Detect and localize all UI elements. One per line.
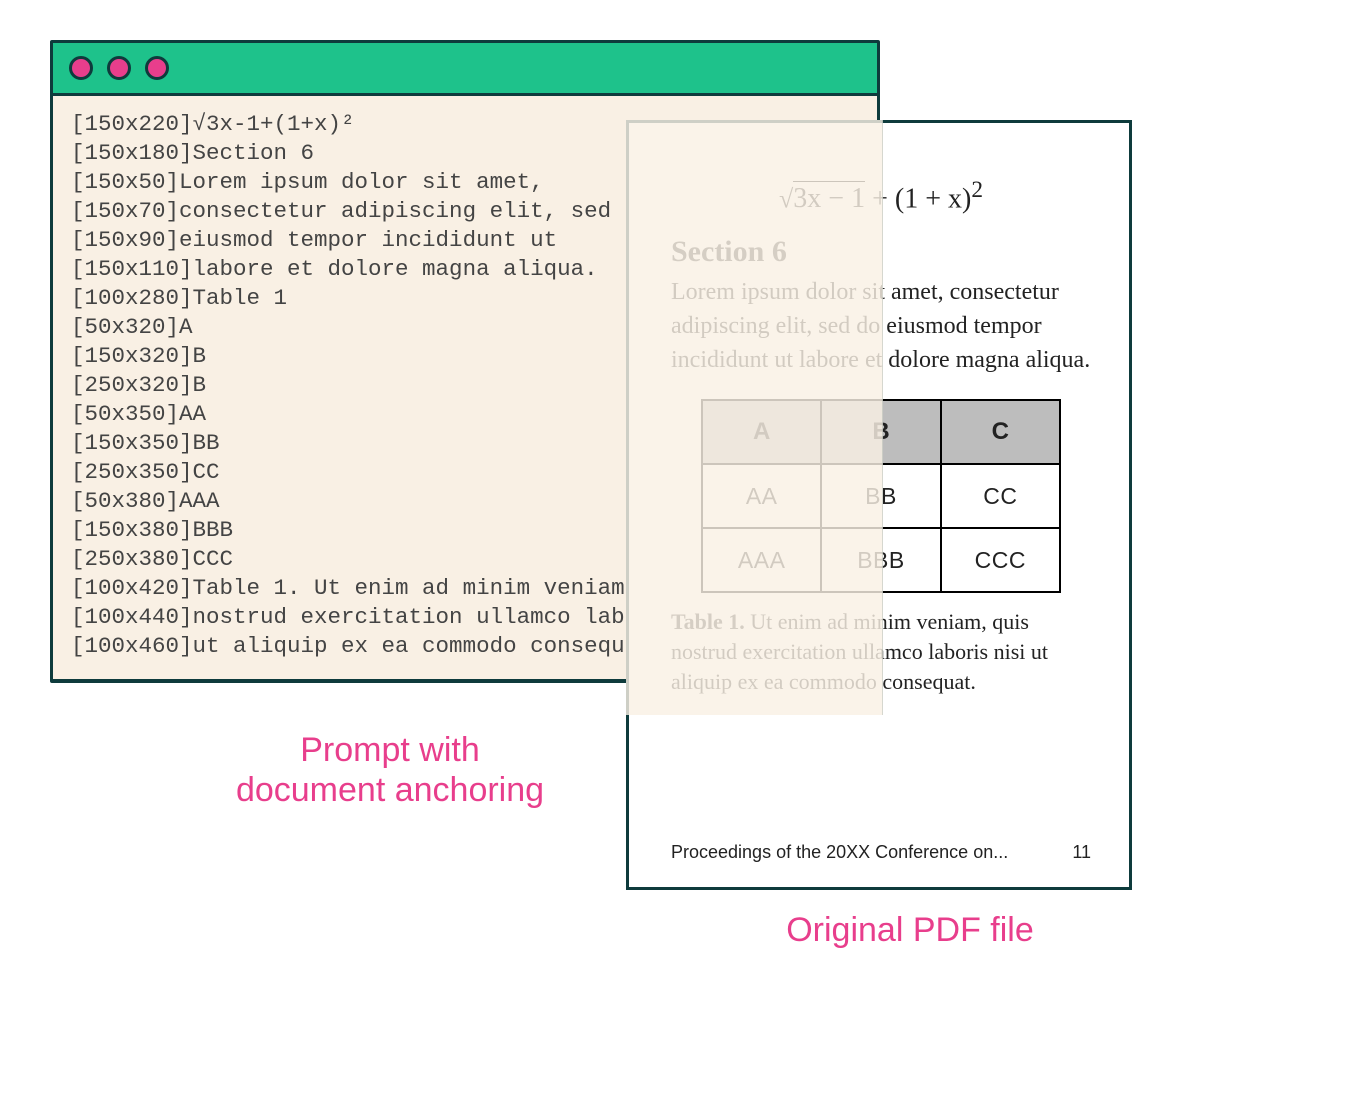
table-row: AAA BBB CCC <box>702 528 1060 592</box>
table-cell: BB <box>821 464 940 528</box>
pdf-formula: √3x − 1 + (1 + x)2 <box>671 177 1091 215</box>
table-cell: AAA <box>702 528 821 592</box>
pdf-table-caption: Table 1. Ut enim ad minim veniam, quis n… <box>671 607 1091 697</box>
table-row: AA BB CC <box>702 464 1060 528</box>
table-cell: CC <box>941 464 1060 528</box>
window-control-dot <box>107 56 131 80</box>
caption-label: Table 1. <box>671 609 745 634</box>
table-header-row: A B C <box>702 400 1060 464</box>
pdf-section-heading: Section 6 <box>671 235 1091 269</box>
caption-line-2: document anchoring <box>236 771 544 809</box>
table-header-cell: A <box>702 400 821 464</box>
pdf-footer: Proceedings of the 20XX Conference on...… <box>671 842 1091 863</box>
diagram-stage: √3x − 1 + (1 + x)2 Section 6 Lorem ipsum… <box>50 40 1308 1064</box>
table-cell: CCC <box>941 528 1060 592</box>
formula-radicand: 3x − 1 <box>793 181 865 214</box>
table-cell: BBB <box>821 528 940 592</box>
pdf-body-paragraph: Lorem ipsum dolor sit amet, consectetur … <box>671 275 1091 377</box>
caption-right-text: Original PDF file <box>786 911 1034 949</box>
terminal-titlebar <box>53 43 877 96</box>
pdf-footer-proceedings: Proceedings of the 20XX Conference on... <box>671 842 1008 863</box>
pdf-table: A B C AA BB CC AAA BBB CCC <box>701 399 1061 593</box>
caption-line-1: Prompt with <box>300 731 480 769</box>
table-cell: AA <box>702 464 821 528</box>
table-header-cell: B <box>821 400 940 464</box>
caption-original-pdf: Original PDF file <box>730 910 1090 950</box>
formula-exponent: 2 <box>971 177 983 203</box>
table-header-cell: C <box>941 400 1060 464</box>
formula-tail: + (1 + x) <box>865 183 971 214</box>
caption-prompt-anchoring: Prompt with document anchoring <box>190 730 590 810</box>
pdf-page-number: 11 <box>1072 842 1091 863</box>
window-control-dot <box>69 56 93 80</box>
pdf-page: √3x − 1 + (1 + x)2 Section 6 Lorem ipsum… <box>626 120 1132 890</box>
window-control-dot <box>145 56 169 80</box>
